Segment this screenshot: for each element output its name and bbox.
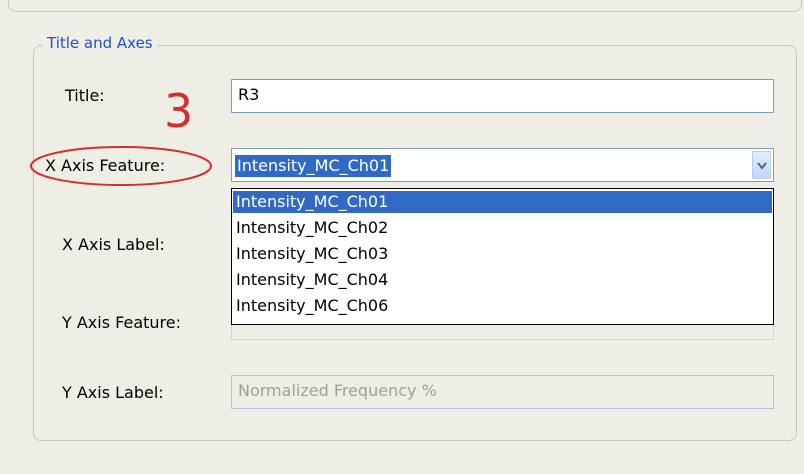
x-axis-feature-dropdown[interactable]: Intensity_MC_Ch01 Intensity_MC_Ch02 Inte… — [231, 188, 774, 325]
dropdown-arrow-button[interactable] — [752, 151, 771, 179]
dropdown-option[interactable]: Intensity_MC_Ch06 — [233, 295, 772, 317]
step-number-annotation: 3 — [164, 84, 194, 138]
x-axis-feature-label: X Axis Feature: — [45, 156, 166, 175]
x-axis-feature-value: Intensity_MC_Ch01 — [235, 155, 392, 177]
group-title: Title and Axes — [43, 34, 157, 52]
dropdown-option[interactable]: Intensity_MC_Ch03 — [233, 243, 772, 265]
x-axis-feature-select[interactable]: Intensity_MC_Ch01 — [231, 148, 774, 182]
y-axis-feature-label: Y Axis Feature: — [62, 313, 181, 332]
x-axis-label-label: X Axis Label: — [62, 235, 165, 254]
previous-panel-frame — [8, 0, 802, 12]
y-axis-label-input[interactable]: Normalized Frequency % — [231, 375, 774, 409]
dropdown-option[interactable]: Intensity_MC_Ch02 — [233, 217, 772, 239]
chevron-down-icon — [757, 162, 767, 170]
dropdown-option[interactable]: Intensity_MC_Ch04 — [233, 269, 772, 291]
dropdown-option[interactable]: Intensity_MC_Ch01 — [233, 191, 772, 213]
y-axis-label-label: Y Axis Label: — [62, 383, 164, 402]
title-input[interactable]: R3 — [231, 79, 774, 113]
title-label: Title: — [65, 86, 105, 105]
